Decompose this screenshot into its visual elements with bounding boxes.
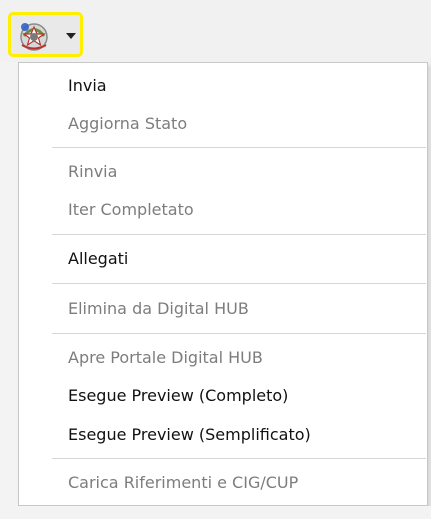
menu-item-preview-completo[interactable]: Esegue Preview (Completo) bbox=[68, 386, 288, 406]
menu-separator bbox=[52, 234, 426, 235]
menu-item-aggiorna-stato: Aggiorna Stato bbox=[68, 114, 188, 133]
menu-item-apre-portale-digital-hub: Apre Portale Digital HUB bbox=[68, 348, 263, 367]
menu-item-carica-riferimenti: Carica Riferimenti e CIG/CUP bbox=[68, 473, 299, 492]
menu-separator bbox=[52, 283, 426, 284]
background-strip bbox=[0, 506, 431, 519]
menu-item-invia[interactable]: Invia bbox=[68, 76, 107, 96]
menu-item-preview-semplificato[interactable]: Esegue Preview (Semplificato) bbox=[68, 425, 311, 445]
menu-separator bbox=[52, 147, 426, 148]
menu-item-iter-completato: Iter Completato bbox=[68, 200, 194, 219]
chevron-down-icon bbox=[66, 33, 76, 39]
emblem-dropdown-button[interactable] bbox=[8, 12, 83, 57]
dropdown-menu: Invia Aggiorna Stato Rinvia Iter Complet… bbox=[18, 62, 428, 506]
menu-item-allegati[interactable]: Allegati bbox=[68, 249, 128, 269]
menu-separator bbox=[52, 458, 426, 459]
menu-item-rinvia: Rinvia bbox=[68, 162, 118, 181]
italian-emblem-icon bbox=[20, 23, 48, 51]
menu-item-elimina-digital-hub: Elimina da Digital HUB bbox=[68, 299, 249, 318]
toolbar bbox=[0, 0, 431, 62]
menu-separator bbox=[52, 333, 426, 334]
